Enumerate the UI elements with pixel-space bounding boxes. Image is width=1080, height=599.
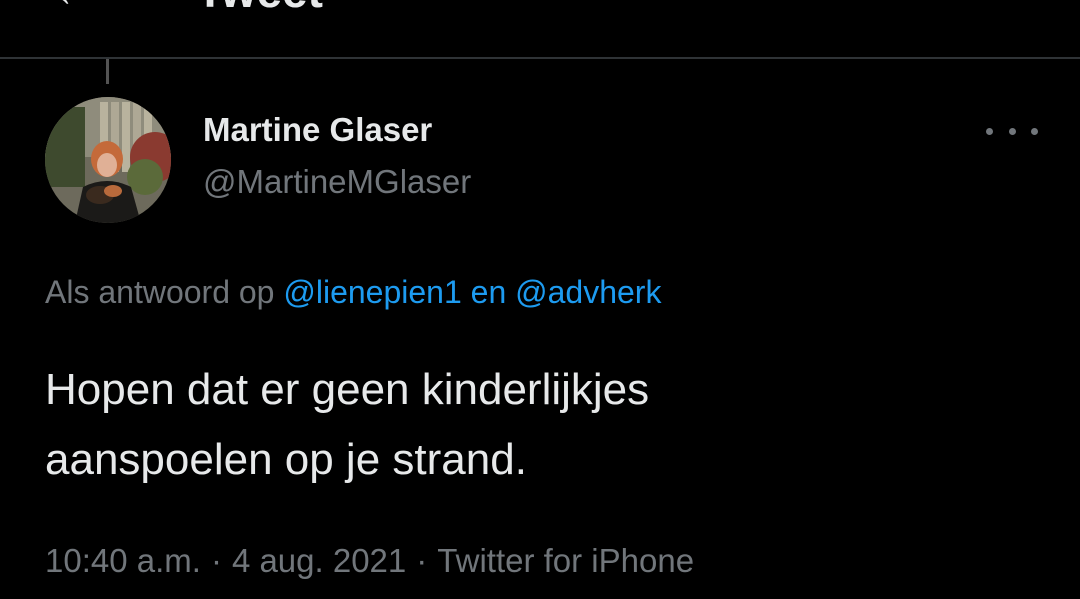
header-divider [0, 57, 1080, 59]
more-horizontal-icon [986, 127, 993, 135]
tweet-text-line: aanspoelen op je strand. [45, 435, 527, 484]
tweet-source[interactable]: Twitter for iPhone [437, 542, 694, 579]
top-bar: ← Tweet [0, 0, 1080, 57]
tweet-metadata: 10:40 a.m. · 4 aug. 2021 · Twitter for iPhon… [45, 540, 694, 582]
reply-prefix: Als antwoord op [45, 274, 275, 310]
arrow-left-icon[interactable]: ← [52, 0, 96, 14]
thread-connector-line [106, 59, 109, 84]
more-horizontal-icon-dot [1031, 127, 1038, 135]
author-handle[interactable]: @MartineMGlaser [203, 162, 471, 202]
meta-separator: · [210, 542, 222, 579]
meta-separator: · [416, 542, 428, 579]
reply-conjunction: en [470, 274, 507, 310]
reply-context: Als antwoord op @lienepien1 en @advherk [45, 271, 661, 313]
avatar[interactable] [45, 97, 171, 223]
tweet-text: Hopen dat er geen kinderlijkjes aanspoel… [45, 355, 1025, 495]
tweet-text-line: Hopen dat er geen kinderlijkjes [45, 365, 650, 414]
mention-link[interactable]: @advherk [515, 274, 661, 310]
page-title: Tweet [196, 0, 323, 16]
tweet-time[interactable]: 10:40 a.m. [45, 542, 201, 579]
profile-photo-icon [45, 97, 171, 223]
tweet-date[interactable]: 4 aug. 2021 [232, 542, 406, 579]
more-options-button[interactable] [986, 116, 1038, 146]
more-horizontal-icon-dot [1008, 127, 1016, 135]
mention-link[interactable]: @lienepien1 [283, 274, 461, 310]
author-display-name[interactable]: Martine Glaser [203, 110, 432, 150]
